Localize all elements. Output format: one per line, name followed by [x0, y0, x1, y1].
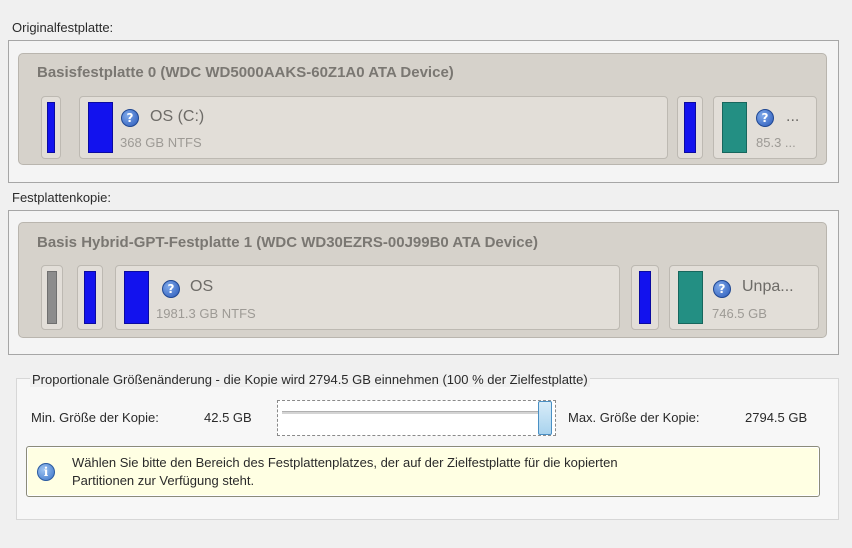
max-size-label: Max. Größe der Kopie: — [568, 410, 700, 425]
source-partition-system[interactable] — [41, 96, 61, 159]
partition-bar — [47, 271, 57, 324]
partition-name: OS (C:) — [150, 108, 205, 125]
target-partition-os[interactable]: ? OS 1981.3 GB NTFS — [115, 265, 620, 330]
source-partition-recovery[interactable] — [677, 96, 703, 159]
size-slider-thumb[interactable] — [538, 401, 552, 435]
partition-bar — [639, 271, 651, 324]
help-icon: ? — [713, 280, 731, 298]
partition-name: ... — [786, 108, 800, 125]
min-size-value: 42.5 GB — [204, 410, 252, 425]
partition-size: 368 GB NTFS — [120, 135, 202, 150]
info-text-line2: Partitionen zur Verfügung steht. — [72, 473, 255, 488]
max-size-value: 2794.5 GB — [745, 410, 808, 425]
size-slider-track[interactable] — [277, 400, 556, 436]
partition-size: 1981.3 GB NTFS — [156, 306, 256, 321]
partition-bar — [722, 102, 747, 153]
source-partition-os[interactable]: ? OS (C:) 368 GB NTFS — [79, 96, 668, 159]
partition-bar — [88, 102, 113, 153]
info-icon: i — [37, 463, 55, 481]
info-text-line1: Wählen Sie bitte den Bereich des Festpla… — [72, 455, 618, 470]
target-disk-map[interactable]: Basis Hybrid-GPT-Festplatte 1 (WDC WD30E… — [18, 222, 827, 338]
source-disk-caption: Originalfestplatte: — [12, 20, 114, 35]
target-partition-recovery[interactable] — [631, 265, 659, 330]
target-partition-unallocated[interactable]: ? Unpa... 746.5 GB — [669, 265, 819, 330]
slider-groove — [282, 411, 551, 414]
partition-bar — [47, 102, 55, 153]
partition-size: 85.3 ... — [756, 135, 796, 150]
help-icon: ? — [756, 109, 774, 127]
partition-size: 746.5 GB — [712, 306, 767, 321]
partition-bar — [678, 271, 703, 324]
target-disk-caption: Festplattenkopie: — [12, 190, 112, 205]
partition-name: OS — [190, 278, 214, 295]
target-partition-reserved[interactable] — [41, 265, 63, 330]
info-box: i Wählen Sie bitte den Bereich des Festp… — [26, 446, 820, 497]
help-icon: ? — [121, 109, 139, 127]
target-disk-title: Basis Hybrid-GPT-Festplatte 1 (WDC WD30E… — [37, 234, 538, 251]
partition-bar — [124, 271, 149, 324]
target-partition-system[interactable] — [77, 265, 103, 330]
partition-bar — [84, 271, 96, 324]
min-size-label: Min. Größe der Kopie: — [31, 410, 159, 425]
partition-bar — [684, 102, 696, 153]
resize-legend: Proportionale Größenänderung - die Kopie… — [30, 372, 590, 387]
source-partition-other[interactable]: ? ... 85.3 ... — [713, 96, 817, 159]
help-icon: ? — [162, 280, 180, 298]
source-disk-map[interactable]: Basisfestplatte 0 (WDC WD5000AAKS-60Z1A0… — [18, 53, 827, 165]
partition-name: Unpa... — [742, 278, 794, 295]
source-disk-title: Basisfestplatte 0 (WDC WD5000AAKS-60Z1A0… — [37, 64, 454, 81]
